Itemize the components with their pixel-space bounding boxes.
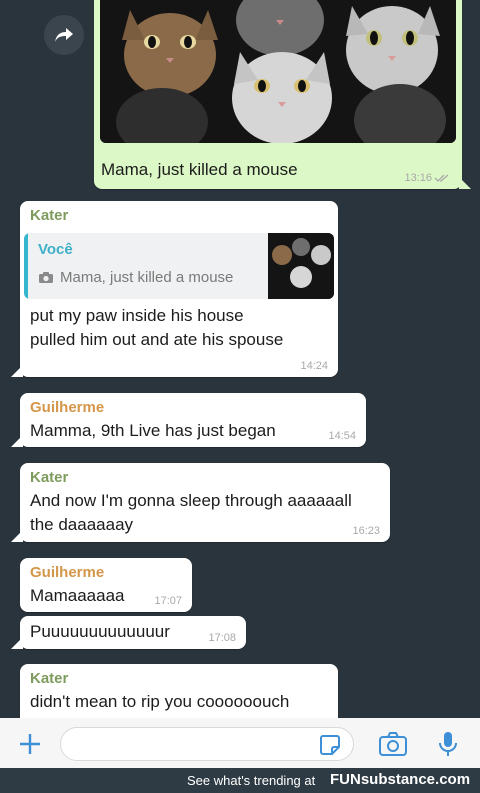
message-text: didn't mean to rip you coooooouch: [30, 692, 290, 711]
plus-icon[interactable]: [18, 732, 42, 756]
message-input[interactable]: [60, 727, 354, 761]
camera-icon: [39, 272, 53, 283]
sticker-icon[interactable]: [318, 733, 342, 757]
message-guilherme[interactable]: Guilherme Mamaaaaaa 17:07: [20, 558, 192, 612]
quote-thumbnail: [268, 233, 334, 299]
sender-name: Guilherme: [30, 399, 105, 416]
read-receipt-icon: [434, 174, 449, 182]
quote-sender: Você: [38, 241, 73, 258]
quote-accent-bar: [24, 233, 28, 299]
watermark-footer: See what's trending at FUNsubstance.com: [0, 768, 480, 793]
cats-photo[interactable]: [100, 0, 456, 143]
photo-caption: Mama, just killed a mouse: [101, 160, 298, 179]
sender-name: Kater: [30, 469, 69, 486]
message-guilherme[interactable]: Guilherme Mamma, 9th Live has just began…: [11, 393, 366, 447]
message-time: 17:08: [208, 632, 236, 644]
message-time: 16:23: [352, 525, 380, 537]
message-input-bar: [0, 718, 480, 768]
footer-text: See what's trending at: [187, 773, 316, 788]
message-photo[interactable]: Mama, just killed a mouse 13:16: [94, 0, 471, 189]
sender-name: Kater: [30, 670, 69, 687]
message-line: the daaaaaay: [30, 515, 134, 534]
message-kater[interactable]: Kater And now I'm gonna sleep through aa…: [11, 463, 390, 542]
message-time: 17:07: [154, 595, 182, 607]
quote-text: Mama, just killed a mouse: [38, 269, 233, 286]
sender-name: Guilherme: [30, 564, 105, 581]
footer-brand[interactable]: FUNsubstance.com: [330, 771, 470, 788]
forward-icon: [55, 28, 73, 42]
quoted-message[interactable]: Você Mama, just killed a mouse: [24, 233, 334, 299]
message-time: 14:24: [300, 360, 328, 372]
message-kater-reply[interactable]: Kater Você Mama, just killed a mouse put…: [11, 201, 338, 377]
chat-area: Mama, just killed a mouse 13:16 Kater Vo…: [0, 0, 480, 718]
message-continuation[interactable]: Puuuuuuuuuuuuur 17:08: [11, 616, 246, 649]
message-line: And now I'm gonna sleep through aaaaaall: [30, 491, 352, 510]
message-line: pulled him out and ate his spouse: [30, 330, 284, 349]
message-text: Puuuuuuuuuuuuur: [30, 622, 170, 641]
microphone-icon[interactable]: [437, 730, 459, 758]
message-text: Mamaaaaaa: [30, 586, 125, 605]
message-text: Mamma, 9th Live has just began: [30, 421, 276, 440]
time-label: 13:16: [404, 172, 432, 184]
camera-icon[interactable]: [378, 731, 408, 757]
message-time: 13:16: [404, 172, 450, 184]
sender-name: Kater: [30, 207, 69, 224]
quote-text-label: Mama, just killed a mouse: [60, 269, 234, 286]
message-line: put my paw inside his house: [30, 306, 244, 325]
message-time: 14:54: [328, 430, 356, 442]
forward-button[interactable]: [44, 15, 84, 55]
message-kater[interactable]: Kater didn't mean to rip you coooooouch: [20, 664, 338, 718]
